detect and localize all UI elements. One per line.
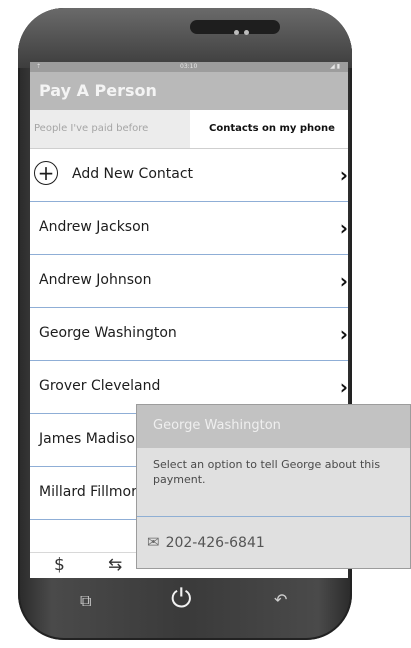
popup-message: Select an option to tell George about th… bbox=[153, 458, 381, 486]
signal-icon: ⇡ bbox=[36, 63, 42, 70]
pay-dollar-icon[interactable]: $ bbox=[54, 555, 65, 575]
app-bar: Pay A Person bbox=[30, 72, 348, 110]
page-title: Pay A Person bbox=[39, 81, 157, 100]
power-icon[interactable]: ⏻ bbox=[171, 584, 192, 615]
contact-name: Millard Fillmore bbox=[39, 484, 146, 500]
contact-name: Andrew Jackson bbox=[39, 219, 150, 235]
contact-name: George Washington bbox=[39, 325, 177, 341]
phone-option[interactable]: ✉ 202-426-6841 bbox=[147, 533, 265, 551]
contact-row[interactable]: Andrew Johnson › bbox=[30, 255, 348, 308]
plus-icon: + bbox=[34, 161, 58, 185]
phone-number: 202-426-6841 bbox=[165, 535, 265, 551]
popup-title: George Washington bbox=[153, 418, 281, 433]
chevron-right-icon: › bbox=[339, 216, 348, 240]
recent-apps-icon[interactable]: ⧉ bbox=[80, 591, 91, 611]
battery-icon: ◢ ▮ bbox=[330, 63, 340, 70]
add-new-contact-label: Add New Contact bbox=[72, 166, 194, 182]
chevron-right-icon: › bbox=[339, 322, 348, 346]
add-new-contact-row[interactable]: + Add New Contact › bbox=[30, 149, 348, 202]
contact-row[interactable]: Andrew Jackson › bbox=[30, 202, 348, 255]
contact-popup: George Washington Select an option to te… bbox=[136, 404, 411, 569]
status-bar: ⇡ 03:10 ◢ ▮ bbox=[30, 62, 348, 72]
popup-header: George Washington bbox=[137, 405, 410, 448]
tab-strip: People I've paid before Contacts on my p… bbox=[30, 110, 348, 149]
transfer-arrows-icon[interactable]: ⇆ bbox=[108, 555, 122, 575]
contact-name: James Madison bbox=[39, 431, 144, 447]
sensor-dot bbox=[234, 30, 239, 35]
android-nav-bar: ⧉ ⏻ ↶ bbox=[30, 578, 348, 626]
contact-name: Grover Cleveland bbox=[39, 378, 161, 394]
sensor-dot bbox=[244, 30, 249, 35]
phone-top-bezel bbox=[18, 8, 352, 68]
tab-people-paid-before[interactable]: People I've paid before bbox=[30, 110, 190, 148]
chevron-right-icon: › bbox=[339, 375, 348, 399]
tab-contacts-on-phone[interactable]: Contacts on my phone bbox=[190, 110, 348, 148]
divider bbox=[137, 516, 410, 517]
chevron-right-icon: › bbox=[339, 163, 348, 187]
contact-row[interactable]: George Washington › bbox=[30, 308, 348, 361]
contact-name: Andrew Johnson bbox=[39, 272, 152, 288]
back-icon[interactable]: ↶ bbox=[274, 590, 287, 609]
chevron-right-icon: › bbox=[339, 269, 348, 293]
envelope-icon: ✉ bbox=[147, 533, 160, 551]
clock: 03:10 bbox=[180, 63, 198, 70]
